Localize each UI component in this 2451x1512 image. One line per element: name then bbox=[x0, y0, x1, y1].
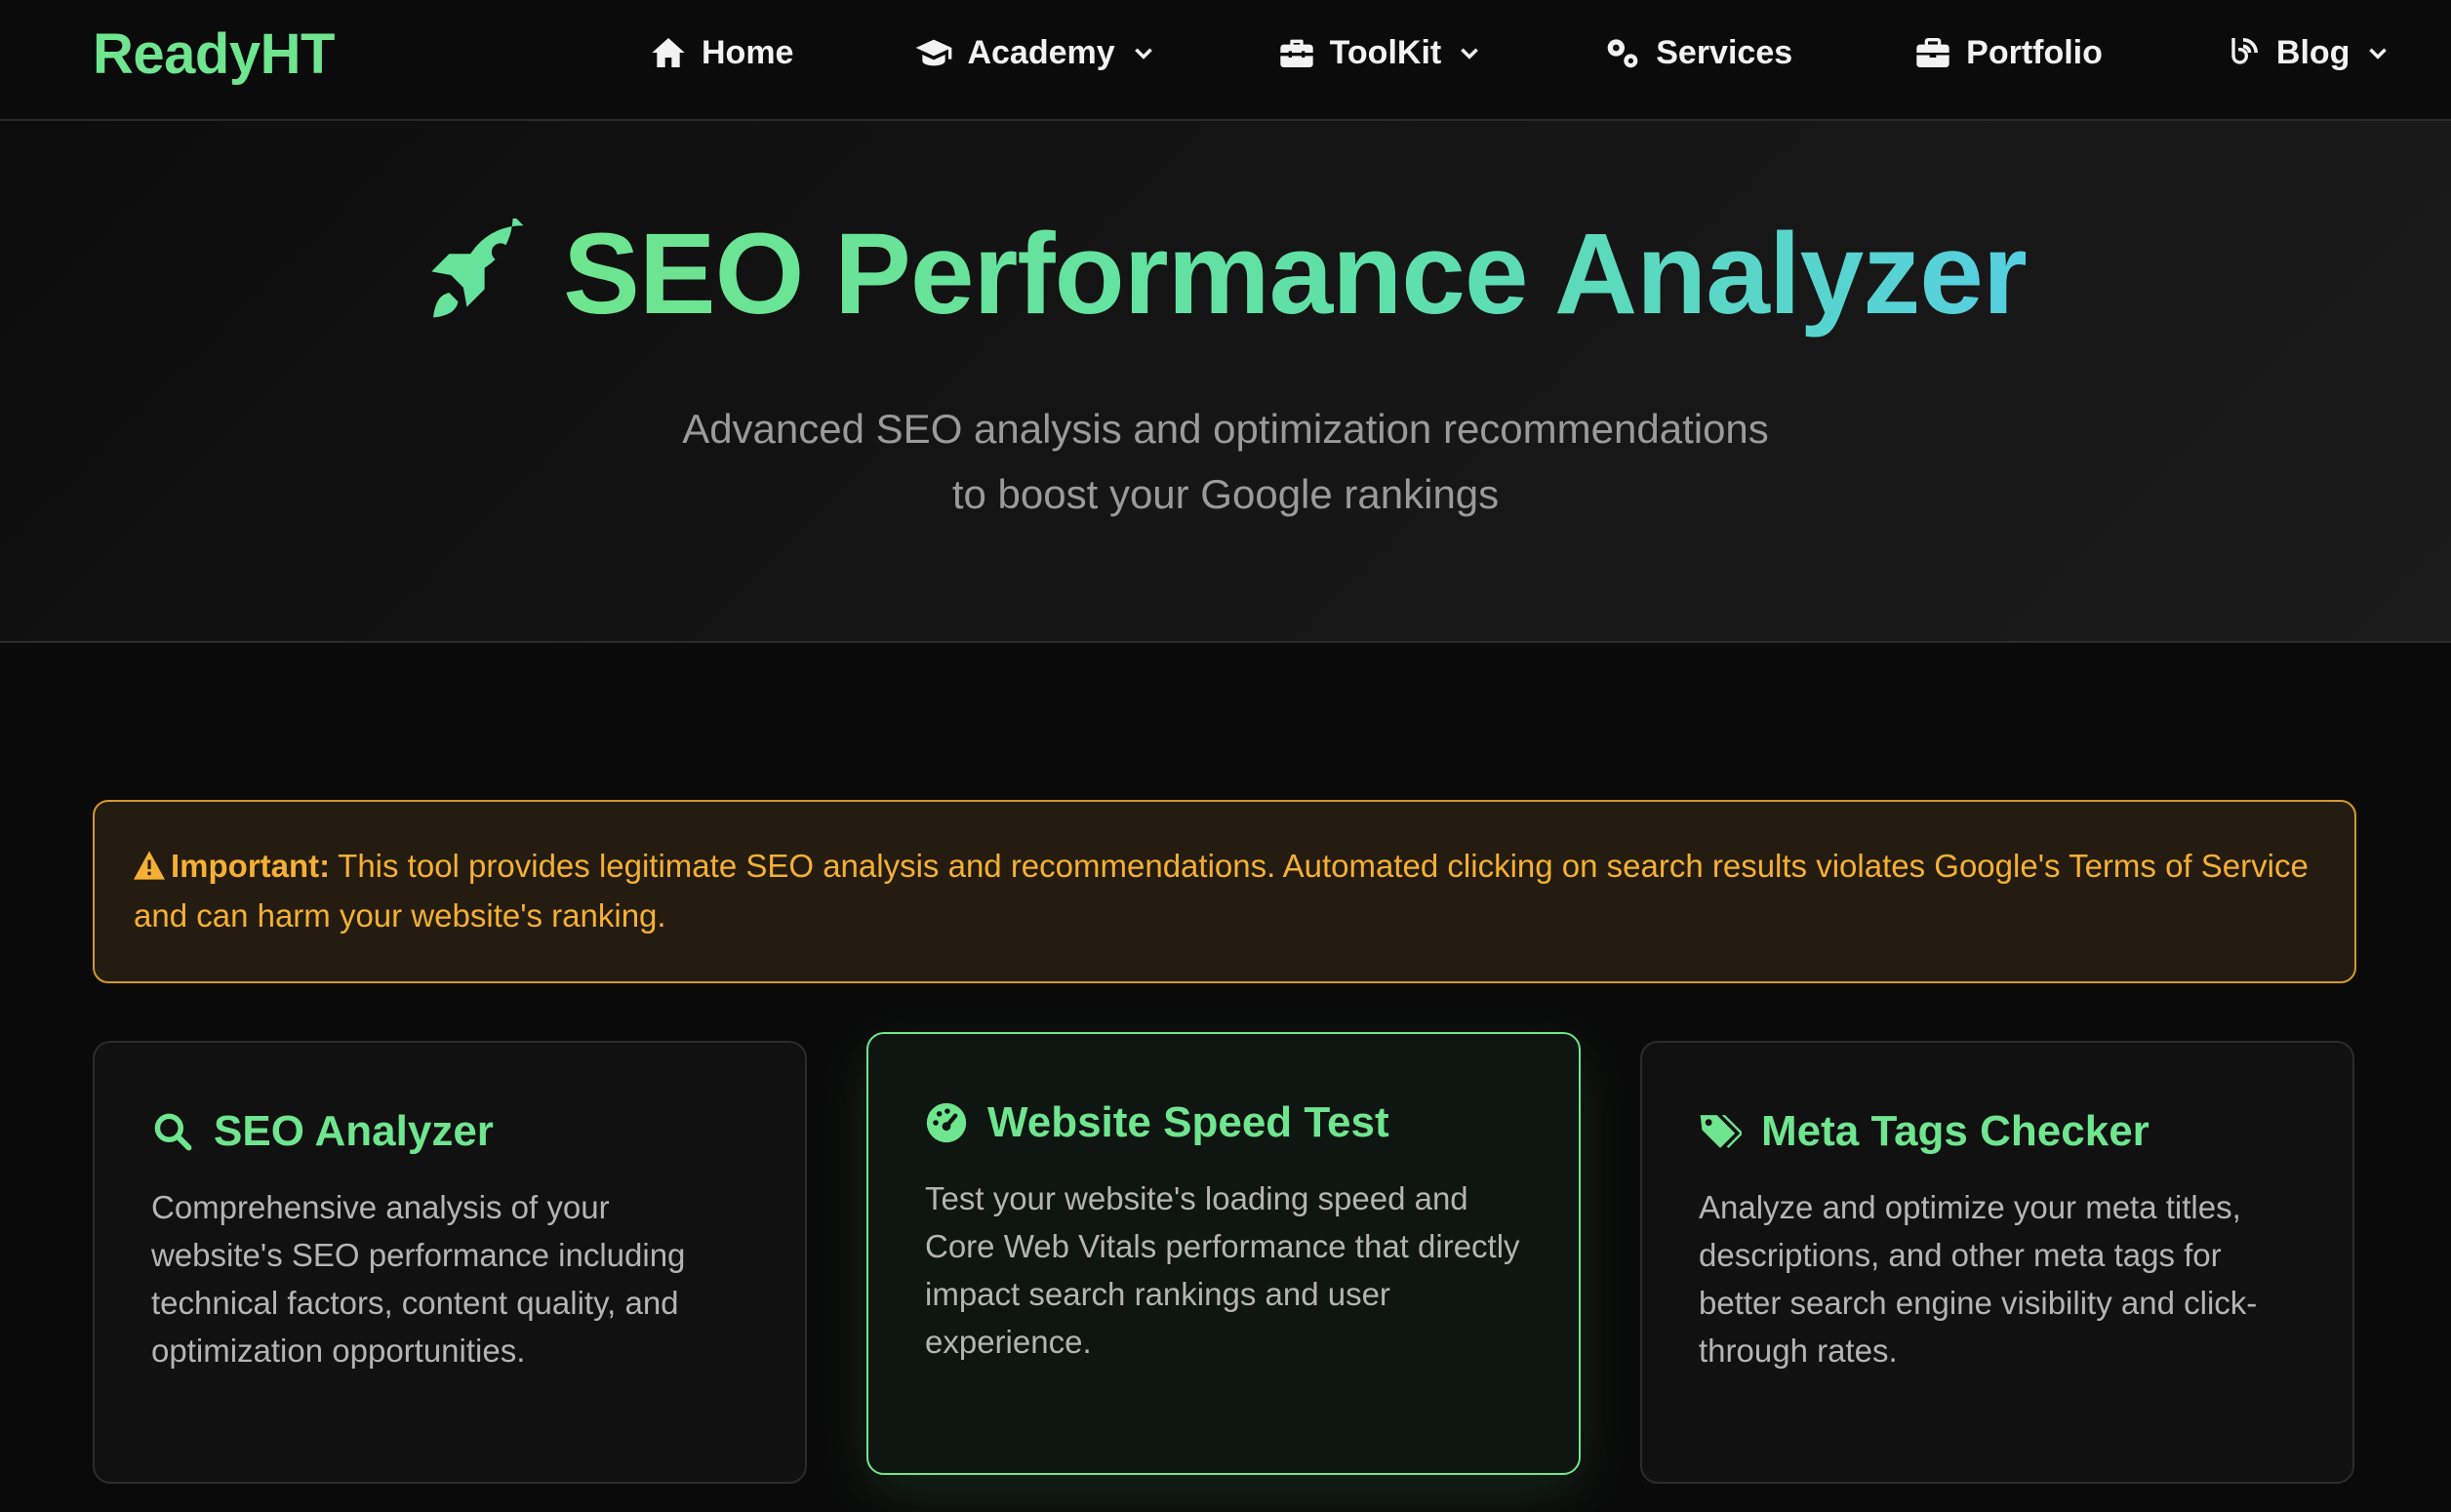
brand-logo[interactable]: ReadyHT bbox=[93, 21, 335, 87]
notice-text: This tool provides legitimate SEO analys… bbox=[134, 848, 2309, 934]
hero-subtitle-line: Advanced SEO analysis and optimization r… bbox=[682, 406, 1769, 452]
card-description: Test your website's loading speed and Co… bbox=[925, 1180, 1520, 1360]
nav-item-home[interactable]: Home bbox=[649, 33, 793, 72]
graduation-cap-icon bbox=[914, 33, 953, 72]
card-header: SEO Analyzer bbox=[151, 1107, 748, 1156]
important-notice: Important: This tool provides legitimate … bbox=[93, 800, 2356, 983]
card-header: Website Speed Test bbox=[925, 1098, 1522, 1147]
nav-item-portfolio[interactable]: Portfolio bbox=[1913, 33, 2103, 72]
hero-section: SEO Performance Analyzer Advanced SEO an… bbox=[0, 121, 2451, 643]
hero-subtitle: Advanced SEO analysis and optimization r… bbox=[0, 396, 2451, 527]
card-header: Meta Tags Checker bbox=[1699, 1107, 2296, 1156]
nav-item-label: Academy bbox=[967, 33, 1115, 71]
nav-item-label: Blog bbox=[2275, 33, 2351, 71]
chevron-down-icon bbox=[1131, 40, 1156, 65]
search-icon bbox=[151, 1110, 194, 1153]
top-navbar: ReadyHT Home Academy ToolKit Services Po… bbox=[0, 0, 2451, 121]
gears-icon bbox=[1603, 33, 1642, 72]
blog-icon bbox=[2224, 33, 2263, 72]
card-title: Website Speed Test bbox=[987, 1098, 1389, 1146]
briefcase-icon bbox=[1913, 33, 1952, 72]
nav-item-label: Services bbox=[1656, 33, 1793, 71]
notice-label: Important: bbox=[171, 848, 331, 884]
card-meta-tags-checker[interactable]: Meta Tags Checker Analyze and optimize y… bbox=[1640, 1041, 2354, 1484]
tags-icon bbox=[1699, 1110, 1742, 1153]
hero-subtitle-line: to boost your Google rankings bbox=[951, 471, 1500, 517]
warning-triangle-icon bbox=[134, 844, 165, 880]
nav-item-academy[interactable]: Academy bbox=[914, 33, 1155, 72]
nav-item-label: ToolKit bbox=[1329, 33, 1442, 71]
nav-item-label: Portfolio bbox=[1966, 33, 2103, 71]
nav-item-toolkit[interactable]: ToolKit bbox=[1277, 33, 1483, 72]
nav-item-label: Home bbox=[702, 33, 794, 71]
home-icon bbox=[649, 33, 688, 72]
nav-item-services[interactable]: Services bbox=[1603, 33, 1792, 72]
card-website-speed-test[interactable]: Website Speed Test Test your website's l… bbox=[866, 1032, 1581, 1475]
main-nav: Home Academy ToolKit Services Portfolio … bbox=[649, 0, 2391, 105]
card-description: Comprehensive analysis of your website's… bbox=[151, 1189, 686, 1369]
toolbox-icon bbox=[1277, 33, 1316, 72]
card-title: SEO Analyzer bbox=[214, 1107, 494, 1155]
rocket-icon bbox=[424, 218, 538, 332]
card-title: Meta Tags Checker bbox=[1761, 1107, 2150, 1155]
page-title: SEO Performance Analyzer bbox=[563, 209, 2028, 341]
speedometer-icon bbox=[925, 1101, 968, 1144]
chevron-down-icon bbox=[1457, 40, 1482, 65]
nav-item-blog[interactable]: Blog bbox=[2224, 33, 2391, 72]
hero-heading: SEO Performance Analyzer bbox=[0, 209, 2451, 341]
card-seo-analyzer[interactable]: SEO Analyzer Comprehensive analysis of y… bbox=[93, 1041, 807, 1484]
card-description: Analyze and optimize your meta titles, d… bbox=[1699, 1189, 2258, 1369]
chevron-down-icon bbox=[2365, 40, 2391, 65]
